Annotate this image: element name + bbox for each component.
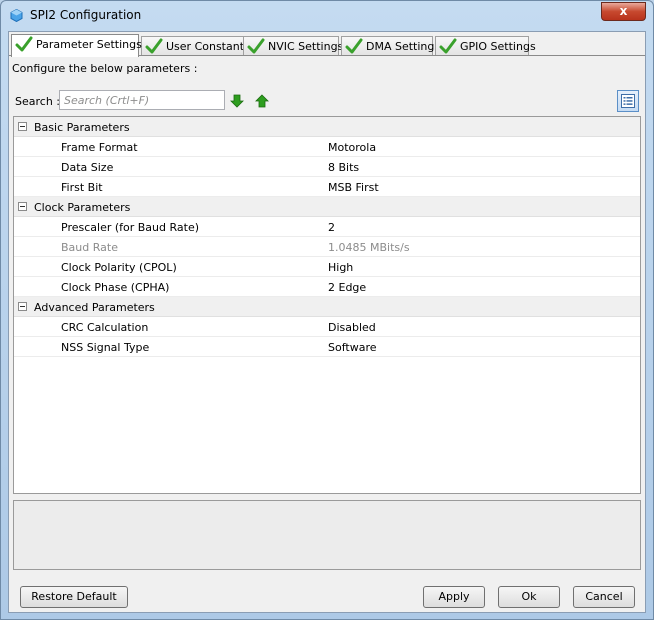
checkmark-icon [439, 38, 457, 54]
title-bar[interactable]: SPI2 Configuration x [1, 1, 653, 31]
group-row-advanced-parameters[interactable]: Advanced Parameters [14, 297, 640, 317]
dialog-window: SPI2 Configuration x Parameter Settings … [0, 0, 654, 620]
param-row-clock-phase[interactable]: Clock Phase (CPHA) 2 Edge [14, 277, 640, 297]
checkmark-icon [247, 38, 265, 54]
param-row-frame-format[interactable]: Frame Format Motorola [14, 137, 640, 157]
list-view-button[interactable] [617, 90, 639, 112]
restore-default-button[interactable]: Restore Default [20, 586, 128, 608]
tab-gpio-settings[interactable]: GPIO Settings [435, 36, 536, 56]
collapse-icon[interactable] [18, 202, 27, 211]
tab-parameter-settings[interactable]: Parameter Settings [11, 34, 142, 57]
group-label: Clock Parameters [34, 201, 131, 214]
tab-user-constants[interactable]: User Constants [141, 36, 250, 56]
param-value[interactable]: Disabled [328, 321, 376, 334]
tab-label: Parameter Settings [36, 38, 142, 51]
arrow-down-icon[interactable] [229, 93, 245, 109]
list-view-icon [621, 94, 635, 108]
group-row-clock-parameters[interactable]: Clock Parameters [14, 197, 640, 217]
param-name: CRC Calculation [61, 321, 149, 334]
param-name: Frame Format [61, 141, 138, 154]
parameter-settings-panel: Configure the below parameters : Search … [9, 56, 645, 572]
tab-label: GPIO Settings [460, 40, 536, 53]
cube-icon [10, 9, 23, 22]
param-name: NSS Signal Type [61, 341, 150, 354]
param-value[interactable]: 2 Edge [328, 281, 366, 294]
param-name: Clock Phase (CPHA) [61, 281, 170, 294]
collapse-icon[interactable] [18, 122, 27, 131]
param-value[interactable]: Motorola [328, 141, 376, 154]
param-row-baud-rate: Baud Rate 1.0485 MBits/s [14, 237, 640, 257]
apply-button[interactable]: Apply [423, 586, 485, 608]
param-name: Clock Polarity (CPOL) [61, 261, 177, 274]
param-name: Prescaler (for Baud Rate) [61, 221, 200, 234]
param-row-first-bit[interactable]: First Bit MSB First [14, 177, 640, 197]
param-value[interactable]: 8 Bits [328, 161, 359, 174]
param-row-data-size[interactable]: Data Size 8 Bits [14, 157, 640, 177]
param-value[interactable]: MSB First [328, 181, 379, 194]
tab-label: NVIC Settings [268, 40, 344, 53]
param-row-clock-polarity[interactable]: Clock Polarity (CPOL) High [14, 257, 640, 277]
group-label: Basic Parameters [34, 121, 130, 134]
param-name: Baud Rate [61, 241, 118, 254]
instruction-text: Configure the below parameters : [12, 62, 198, 75]
search-label: Search : [15, 95, 60, 108]
ok-button[interactable]: Ok [498, 586, 560, 608]
param-row-crc-calculation[interactable]: CRC Calculation Disabled [14, 317, 640, 337]
tab-label: User Constants [166, 40, 250, 53]
param-value[interactable]: High [328, 261, 353, 274]
search-input[interactable] [59, 90, 225, 110]
cancel-button[interactable]: Cancel [573, 586, 635, 608]
arrow-up-icon[interactable] [254, 93, 270, 109]
dialog-body: Parameter Settings User Constants NVIC S… [8, 31, 646, 613]
tab-dma-settings[interactable]: DMA Settings [341, 36, 440, 56]
group-row-basic-parameters[interactable]: Basic Parameters [14, 117, 640, 137]
parameter-table: Basic Parameters Frame Format Motorola D… [13, 116, 641, 494]
checkmark-icon [345, 38, 363, 54]
param-row-prescaler[interactable]: Prescaler (for Baud Rate) 2 [14, 217, 640, 237]
param-value: 1.0485 MBits/s [328, 241, 410, 254]
param-value[interactable]: 2 [328, 221, 335, 234]
param-name: First Bit [61, 181, 103, 194]
checkmark-icon [15, 36, 33, 52]
description-box [13, 500, 641, 570]
tab-label: DMA Settings [366, 40, 441, 53]
param-value[interactable]: Software [328, 341, 377, 354]
param-name: Data Size [61, 161, 114, 174]
collapse-icon[interactable] [18, 302, 27, 311]
close-button[interactable]: x [601, 2, 646, 21]
window-title: SPI2 Configuration [30, 8, 142, 22]
param-row-nss-signal-type[interactable]: NSS Signal Type Software [14, 337, 640, 357]
group-label: Advanced Parameters [34, 301, 155, 314]
checkmark-icon [145, 38, 163, 54]
tab-nvic-settings[interactable]: NVIC Settings [243, 36, 343, 56]
